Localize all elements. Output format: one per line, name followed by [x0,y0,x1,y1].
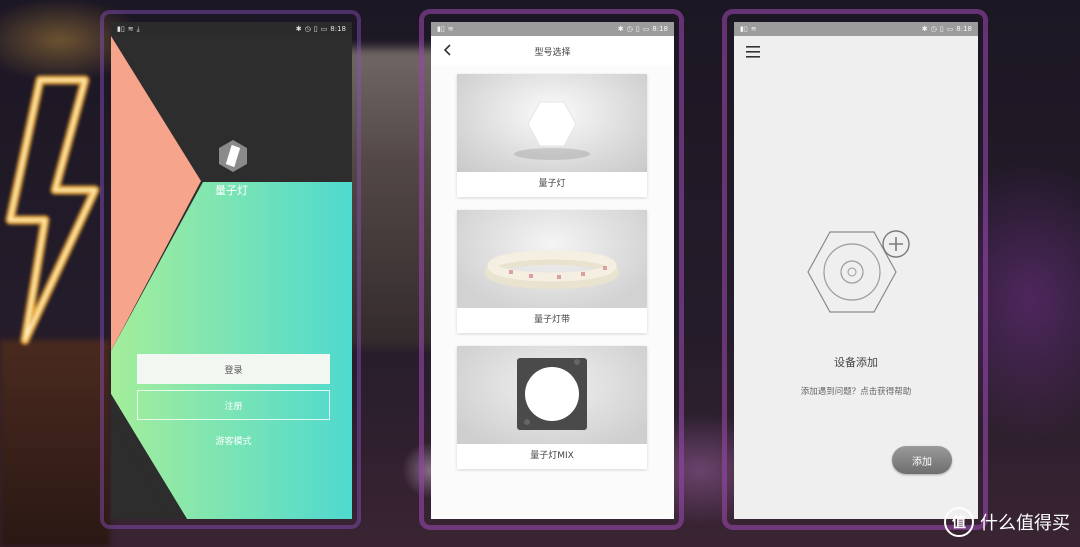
phone-model-select: ▮▯ ≋ ✱ ◷ ▯ ▭ 8:18 型号选择 量子灯 量子灯带 量子灯MIX [424,14,679,525]
register-button[interactable]: 注册 [137,390,330,420]
alarm-icon: ◷ [304,25,311,33]
status-time: 8:18 [330,25,346,33]
battery-icon: ▭ [642,25,650,33]
bluetooth-icon: ✱ [921,25,928,33]
model-card-quantum-light-mix[interactable]: 量子灯MIX [457,346,647,469]
model-select-screen: ▮▯ ≋ ✱ ◷ ▯ ▭ 8:18 型号选择 量子灯 量子灯带 量子灯MIX [431,22,674,519]
page-title: 设备添加 [834,356,878,369]
model-card-light-strip[interactable]: 量子灯带 [457,210,647,333]
status-bar: ▮▯ ≋ ⤓ ✱ ◷ ▯ ▭ 8:18 [111,22,352,36]
alarm-icon: ◷ [930,25,937,33]
phone-device-add: ▮▯ ≋ ✱ ◷ ▯ ▭ 8:18 设备添加 添加遇到问题？点击获得帮助 添加 [727,14,983,525]
wifi-icon: ≋ [127,25,134,33]
sim-signal-icon: ▮▯ [437,25,445,33]
battery-icon: ▭ [320,25,328,33]
watermark: 值 什么值得买 [944,507,1070,537]
help-link[interactable]: 添加遇到问题？点击获得帮助 [734,385,978,397]
guest-mode-link[interactable]: 游客模式 [137,434,330,447]
vibrate-icon: ▯ [635,25,640,33]
sim-signal-icon: ▮▯ [740,25,748,33]
login-button[interactable]: 登录 [137,354,330,384]
bluetooth-icon: ✱ [295,25,302,33]
hexagon-panel-photo [457,74,647,172]
add-button[interactable]: 添加 [892,446,952,474]
download-icon: ⤓ [136,24,140,33]
brand-logo-icon [219,140,247,172]
model-label: 量子灯MIX [530,451,574,461]
battery-icon: ▭ [946,25,954,33]
device-add-screen: ▮▯ ≋ ✱ ◷ ▯ ▭ 8:18 设备添加 添加遇到问题？点击获得帮助 添加 [734,22,978,519]
bluetooth-icon: ✱ [617,25,624,33]
brand-name: 量子灯 [215,184,248,197]
square-round-panel-photo [457,346,647,444]
page-title: 型号选择 [534,47,571,58]
status-time: 8:18 [652,25,668,33]
model-label: 量子灯带 [533,315,570,325]
wifi-icon: ≋ [447,25,454,33]
nav-bar: 型号选择 [431,36,674,66]
menu-icon[interactable] [746,46,760,58]
watermark-badge: 值 [944,507,974,537]
watermark-text: 什么值得买 [980,513,1070,534]
device-add-illustration-icon [807,230,910,313]
back-arrow-icon[interactable] [441,43,455,57]
wifi-icon: ≋ [750,25,757,33]
status-bar: ▮▯ ≋ ✱ ◷ ▯ ▭ 8:18 [734,22,978,36]
vibrate-icon: ▯ [313,25,318,33]
phone-login: ▮▯ ≋ ⤓ ✱ ◷ ▯ ▭ 8:18 量子灯 登录 注册 游客模式 [104,14,357,525]
background-desk [0,340,110,547]
sim-signal-icon: ▮▯ [117,25,125,33]
login-screen: ▮▯ ≋ ⤓ ✱ ◷ ▯ ▭ 8:18 量子灯 登录 注册 游客模式 [111,22,352,519]
model-card-quantum-light[interactable]: 量子灯 [457,74,647,197]
led-strip-photo [457,210,647,308]
status-bar: ▮▯ ≋ ✱ ◷ ▯ ▭ 8:18 [431,22,674,36]
alarm-icon: ◷ [626,25,633,33]
vibrate-icon: ▯ [939,25,944,33]
neon-lightning-bolt [5,75,100,345]
status-time: 8:18 [956,25,972,33]
model-label: 量子灯 [538,179,566,189]
